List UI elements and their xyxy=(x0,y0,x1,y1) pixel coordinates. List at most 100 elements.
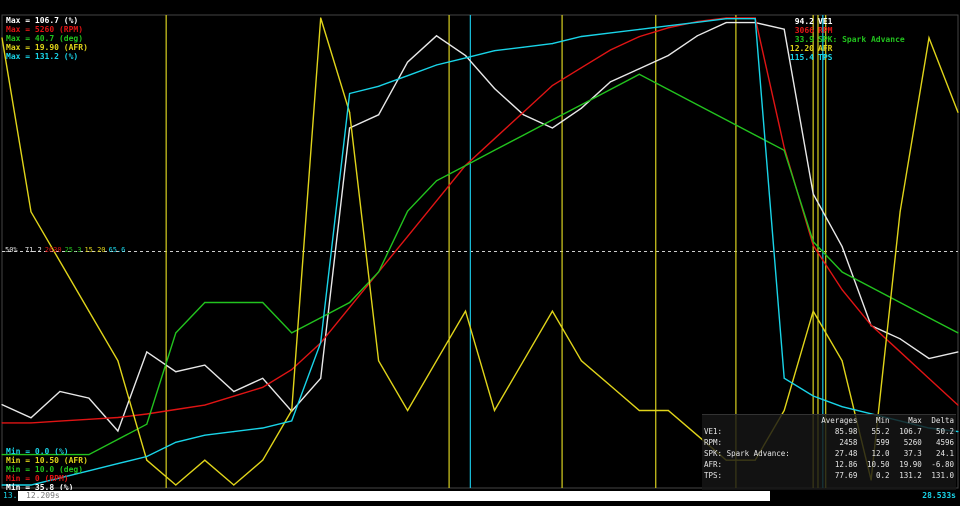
point-rpm-20 xyxy=(580,67,582,69)
legend-row-rpm: 3066 RPM xyxy=(766,26,948,35)
point-ve1-17 xyxy=(493,87,496,90)
point-afr-11 xyxy=(320,17,322,19)
stats-cell-name: AFR: xyxy=(704,460,723,469)
point-tps-8 xyxy=(233,431,235,433)
point-spk-20 xyxy=(580,104,582,106)
stats-cell-name: RPM: xyxy=(704,438,723,447)
legend-name: VE1 xyxy=(818,17,833,26)
point-rpm-27 xyxy=(783,147,785,149)
point-afr-12 xyxy=(349,111,351,113)
point-spk-8 xyxy=(233,301,235,304)
point-afr-0 xyxy=(1,37,3,39)
point-afr-3 xyxy=(88,310,90,312)
point-tps-15 xyxy=(435,64,438,66)
point-rpm-29 xyxy=(841,289,843,291)
midline-value-2: 25.3 xyxy=(64,246,82,254)
point-afr-22 xyxy=(638,409,640,412)
series-line-spk xyxy=(2,73,959,456)
legend-row-afr: 12.20 AFR xyxy=(766,44,948,53)
midline-value-4: 65.6 xyxy=(108,246,126,254)
point-rpm-17 xyxy=(493,138,496,140)
point-tps-17 xyxy=(493,50,496,52)
point-ve1-32 xyxy=(928,357,930,360)
stats-row: RPM: 2458 599 5260 4596 xyxy=(702,437,956,448)
legend-value: 3066 xyxy=(794,26,814,35)
stats-cell-max: 19.90 xyxy=(899,460,922,469)
point-spk-28 xyxy=(812,241,814,243)
point-afr-16 xyxy=(464,310,467,312)
stats-header: Min xyxy=(876,416,890,425)
stats-cell-avg: 77.69 xyxy=(834,471,858,480)
point-rpm-6 xyxy=(175,408,177,411)
point-tps-27 xyxy=(783,377,785,379)
stats-cell-min: 12.0 xyxy=(871,449,890,458)
point-rpm-5 xyxy=(146,413,148,415)
point-tps-6 xyxy=(175,441,177,443)
legend-row-tps: 115.4 TPS xyxy=(766,53,948,62)
point-tps-22 xyxy=(638,28,640,30)
point-tps-21 xyxy=(609,32,611,34)
midline-value-3: 15.20 xyxy=(84,246,106,254)
max-values: Max = 106.7 (%) Max = 5260 (RPM) Max = 40.… xyxy=(6,17,88,62)
point-afr-6 xyxy=(175,484,177,486)
point-spk-7 xyxy=(204,301,206,304)
point-ve1-3 xyxy=(88,397,90,399)
point-ve1-25 xyxy=(725,22,727,24)
point-spk-16 xyxy=(464,164,467,167)
point-ve1-8 xyxy=(233,390,235,393)
stats-header xyxy=(702,415,811,426)
stats-header: Averages xyxy=(821,416,858,425)
stats-header: Delta xyxy=(931,416,954,425)
legend-name: RPM xyxy=(818,26,833,35)
point-afr-10 xyxy=(291,409,293,412)
point-rpm-8 xyxy=(233,395,235,397)
stats-cell-min: 0.2 xyxy=(876,471,890,480)
point-rpm-4 xyxy=(117,416,119,419)
timeline-scroll-track[interactable]: 12.209s xyxy=(18,491,770,501)
point-tps-11 xyxy=(320,342,322,344)
point-rpm-18 xyxy=(522,111,525,113)
legend-value: 115.4 xyxy=(789,53,814,62)
point-afr-4 xyxy=(117,360,119,362)
legend-value: 94.2 xyxy=(794,17,814,26)
midline-percent: 50% xyxy=(5,246,18,254)
point-spk-9 xyxy=(262,301,264,304)
timeline-bar: 13. 12.209s 28.533s xyxy=(0,490,960,506)
point-ve1-33 xyxy=(957,351,959,353)
point-tps-7 xyxy=(204,434,206,436)
point-afr-18 xyxy=(522,360,525,362)
point-tps-13 xyxy=(378,85,380,87)
point-afr-27 xyxy=(783,409,785,412)
point-spk-25 xyxy=(725,119,727,121)
point-afr-33 xyxy=(957,111,959,113)
point-ve1-21 xyxy=(609,81,611,83)
point-spk-18 xyxy=(522,134,525,136)
stats-row: VE1: 85.98 55.2 106.7 50.2 xyxy=(702,426,956,437)
point-afr-5 xyxy=(146,459,148,461)
point-ve1-31 xyxy=(899,338,901,340)
point-ve1-13 xyxy=(378,114,380,116)
point-afr-1 xyxy=(30,211,32,213)
point-afr-28 xyxy=(812,310,814,312)
point-rpm-31 xyxy=(899,351,901,353)
point-tps-18 xyxy=(522,46,525,48)
point-spk-27 xyxy=(783,149,785,151)
point-rpm-19 xyxy=(551,84,554,87)
point-tps-5 xyxy=(146,455,148,458)
point-spk-5 xyxy=(146,423,148,425)
point-rpm-23 xyxy=(667,27,669,29)
point-afr-17 xyxy=(493,409,496,412)
stats-row: AFR: 12.86 10.50 19.90 -6.80 xyxy=(702,459,956,470)
point-ve1-0 xyxy=(1,404,3,406)
midline-readout: 50% 71.2 2630 25.3 15.20 65.6 xyxy=(5,246,131,254)
point-ve1-14 xyxy=(406,61,409,63)
point-spk-10 xyxy=(291,332,293,334)
point-ve1-11 xyxy=(320,377,322,379)
point-ve1-22 xyxy=(638,68,640,70)
point-tps-26 xyxy=(754,18,756,20)
point-spk-6 xyxy=(175,332,177,334)
stats-cell-min: 10.50 xyxy=(867,460,890,469)
point-spk-31 xyxy=(899,301,901,304)
stats-panel: Averages Min Max Delta VE1: 85.98 55.2 106.7 50… xyxy=(702,414,956,491)
datalog-viewer: Max = 106.7 (%) Max = 5260 (RPM) Max = 40.… xyxy=(0,0,960,506)
